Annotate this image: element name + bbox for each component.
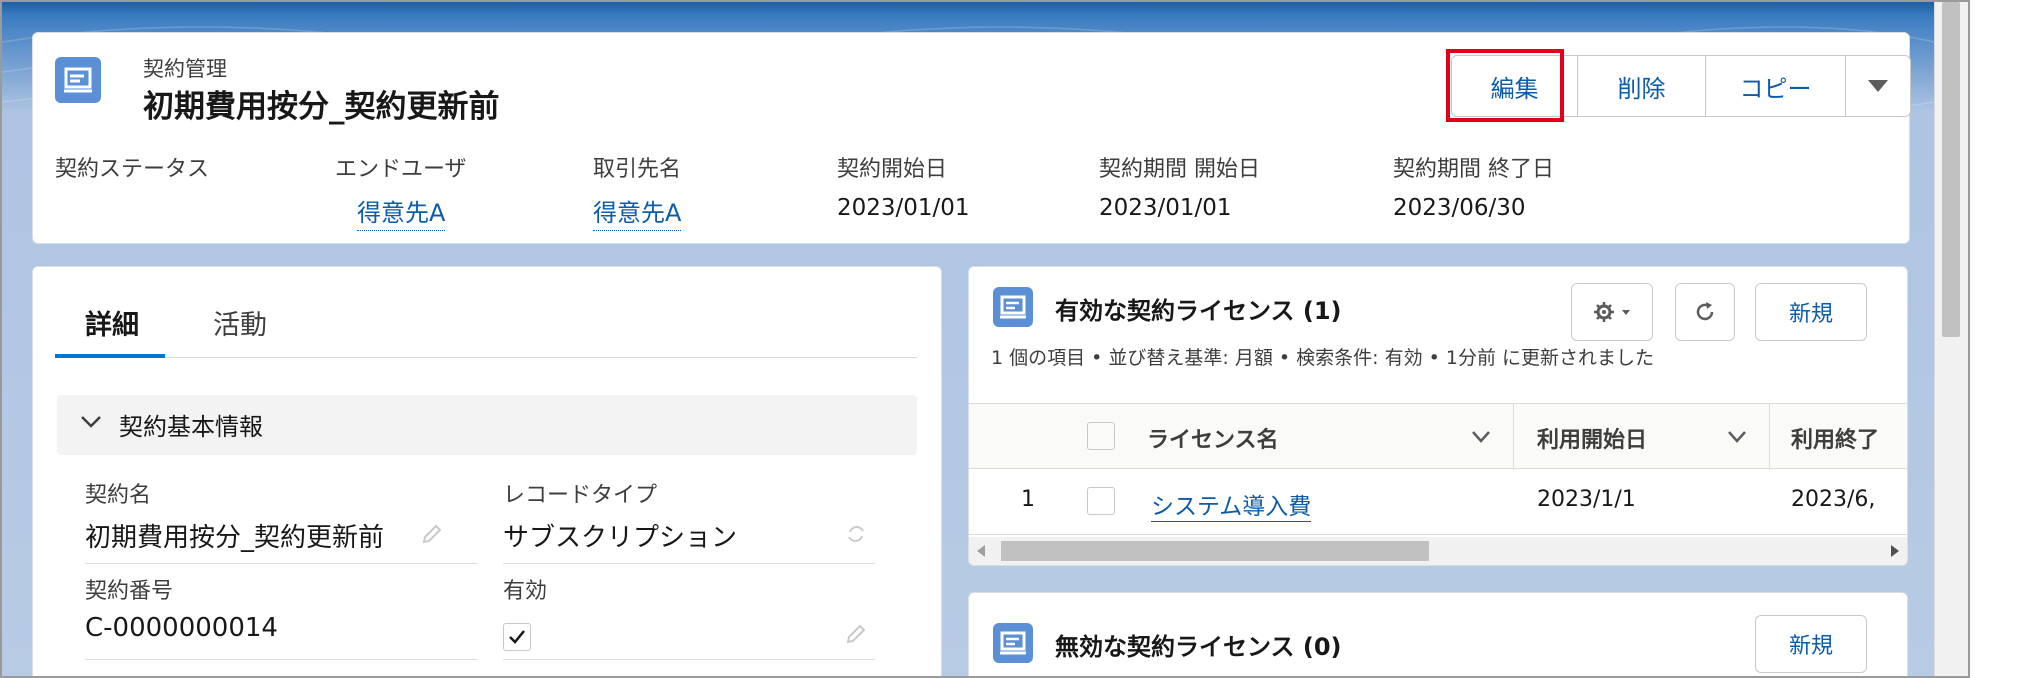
field-value: 2023/01/01	[1099, 195, 1232, 221]
edit-pencil-icon[interactable]	[421, 523, 443, 545]
field-term-start: 契約期間 開始日 2023/01/01	[1099, 151, 1260, 221]
object-label: 契約管理	[143, 57, 227, 81]
detail-panel: 詳細 活動 契約基本情報 契約名 初期費用按分_契約更新前 レコードタイプ サブ…	[32, 266, 942, 676]
scroll-left-icon[interactable]	[977, 545, 987, 557]
license-list-icon	[993, 287, 1033, 327]
start-date-cell: 2023/1/1	[1537, 487, 1636, 512]
field-label: 契約期間 開始日	[1099, 157, 1260, 182]
chevron-down-icon	[81, 416, 101, 428]
field-account-name: 取引先名 得意先A	[593, 151, 682, 231]
tab-detail[interactable]: 詳細	[85, 303, 139, 342]
field-contract-start: 契約開始日 2023/01/01	[837, 151, 970, 221]
active-tab-indicator	[55, 354, 165, 358]
horizontal-scroll-thumb[interactable]	[1001, 541, 1429, 561]
column-header-start-date[interactable]: 利用開始日	[1537, 422, 1647, 454]
vertical-scroll-thumb[interactable]	[1942, 2, 1960, 337]
edit-pencil-icon[interactable]	[845, 623, 867, 645]
related-list-summary: 1 個の項目 • 並び替え基準: 月額 • 検索条件: 有効 • 1分前 に更新…	[991, 347, 1654, 369]
field-contract-name: 契約名 初期費用按分_契約更新前	[85, 477, 384, 554]
field-record-type: レコードタイプ サブスクリプション	[503, 477, 737, 554]
field-term-end: 契約期間 終了日 2023/06/30	[1393, 151, 1554, 221]
license-name-link[interactable]: システム導入費	[1151, 487, 1312, 522]
license-list-icon	[993, 623, 1033, 663]
refresh-button[interactable]	[1675, 283, 1735, 341]
chevron-down-icon[interactable]	[1471, 430, 1491, 444]
field-label: 取引先名	[593, 157, 682, 182]
copy-button[interactable]: コピー	[1706, 56, 1846, 116]
field-label: 有効	[503, 579, 548, 604]
contract-record-icon	[55, 57, 101, 103]
refresh-icon	[1696, 302, 1714, 321]
related-list-title: 有効な契約ライセンス (1)	[1055, 297, 1342, 325]
field-contract-number: 契約番号 C-0000000014	[85, 573, 278, 643]
field-label: 契約期間 終了日	[1393, 157, 1554, 182]
field-divider	[503, 659, 875, 660]
horizontal-scrollbar[interactable]	[969, 537, 1907, 565]
table-row: 1 システム導入費 2023/1/1 2023/6,	[969, 469, 1907, 535]
field-active: 有効	[503, 573, 547, 651]
related-list-title: 無効な契約ライセンス (0)	[1055, 633, 1342, 661]
tab-divider	[55, 357, 917, 358]
field-value: サブスクリプション	[503, 523, 738, 553]
field-label: 契約開始日	[837, 157, 948, 182]
column-header-license-name[interactable]: ライセンス名	[1147, 422, 1279, 454]
end-date-cell: 2023/6,	[1791, 487, 1876, 512]
gear-icon	[1594, 302, 1630, 322]
record-header: 契約管理 初期費用按分_契約更新前 編集 削除 コピー 契約ステータス エンドユ…	[32, 32, 1911, 244]
active-checkbox	[503, 623, 531, 651]
field-label: レコードタイプ	[503, 483, 658, 508]
related-list-active-licenses: 有効な契約ライセンス (1) 1 個の項目 • 並び替え基準: 月額 • 検索条…	[968, 266, 1908, 566]
field-end-user: エンドユーザ 得意先A	[335, 151, 467, 231]
app-frame: 契約管理 初期費用按分_契約更新前 編集 削除 コピー 契約ステータス エンドユ…	[0, 0, 1970, 678]
field-value: C-0000000014	[85, 613, 278, 643]
column-separator	[1513, 404, 1514, 470]
end-user-link[interactable]: 得意先A	[357, 193, 446, 231]
field-label: 契約ステータス	[55, 157, 210, 182]
chevron-down-icon[interactable]	[1727, 430, 1747, 444]
record-title: 初期費用按分_契約更新前	[143, 89, 500, 125]
scroll-right-icon[interactable]	[1889, 545, 1899, 557]
field-value: 2023/06/30	[1393, 195, 1526, 221]
section-title: 契約基本情報	[119, 413, 263, 441]
select-all-checkbox[interactable]	[1087, 422, 1115, 450]
field-divider	[85, 659, 477, 660]
field-label: エンドユーザ	[335, 157, 467, 182]
delete-button[interactable]: 削除	[1578, 56, 1706, 116]
tab-activity[interactable]: 活動	[213, 303, 267, 342]
edit-highlight-box	[1446, 49, 1564, 122]
chevron-down-icon	[1868, 80, 1888, 92]
field-value: 初期費用按分_契約更新前	[85, 523, 385, 553]
field-value: 2023/01/01	[837, 195, 970, 221]
checkmark-icon	[509, 630, 525, 644]
field-contract-status: 契約ステータス	[55, 151, 209, 183]
field-label: 契約名	[85, 483, 152, 508]
table-header: ライセンス名 利用開始日 利用終了	[969, 403, 1907, 470]
column-separator	[1769, 404, 1770, 470]
account-link[interactable]: 得意先A	[593, 193, 682, 231]
list-settings-button[interactable]	[1571, 283, 1653, 341]
field-divider	[503, 563, 875, 564]
new-license-button[interactable]: 新規	[1755, 283, 1867, 341]
field-label: 契約番号	[85, 579, 174, 604]
row-number: 1	[1021, 487, 1035, 512]
change-record-type-icon[interactable]	[845, 523, 867, 545]
related-list-inactive-licenses: 無効な契約ライセンス (0) 新規	[968, 592, 1908, 676]
more-actions-button[interactable]	[1846, 56, 1910, 116]
column-header-end-date[interactable]: 利用終了	[1791, 422, 1879, 454]
row-checkbox[interactable]	[1087, 487, 1115, 515]
section-header[interactable]: 契約基本情報	[57, 395, 917, 455]
new-license-button[interactable]: 新規	[1755, 615, 1867, 673]
field-divider	[85, 563, 477, 564]
